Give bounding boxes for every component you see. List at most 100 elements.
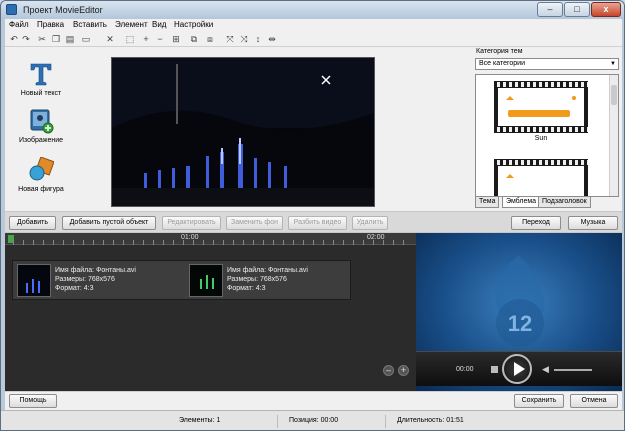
clip-format: Формат: 4:3 (227, 285, 266, 292)
zoom-in-button[interactable]: + (398, 365, 409, 376)
cancel-button[interactable]: Отмена (570, 394, 618, 408)
theme-panel: Категория тем Все категории ▼ Sun Тема Э… (473, 47, 622, 210)
theme-thumbnail (498, 166, 584, 196)
player-logo-number: 12 (508, 311, 532, 336)
status-duration: Длительность: 01:51 (397, 417, 464, 424)
menu-settings[interactable]: Настройки (174, 20, 213, 29)
theme-thumbnail (498, 88, 584, 126)
copy-icon[interactable]: ❐ (51, 34, 61, 44)
maximize-button[interactable]: □ (564, 2, 590, 17)
select-icon[interactable]: ⬚ (125, 34, 135, 44)
ruler-ticks (13, 240, 413, 245)
film-perforation-top (494, 160, 588, 165)
tab-emblem[interactable]: Эмблема (502, 197, 541, 208)
clip-size: Размеры: 768x576 (227, 276, 287, 283)
clip-size: Размеры: 768x576 (55, 276, 115, 283)
scroll-thumb[interactable] (611, 85, 617, 105)
toolbar: ↶ ↷ ✂ ❐ ▤ ▭ ✕ ⬚ + − ⊞ ⧉ ⧈ ⤧ ⤨ ↕ ⇹ (5, 32, 622, 47)
redo-icon[interactable]: ↷ (21, 34, 31, 44)
film-perforation-bottom (494, 127, 588, 132)
status-elements: Элементы: 1 (179, 417, 221, 424)
timeline-ruler[interactable]: 01:00 02:00 (5, 233, 416, 245)
zoom-out-button[interactable]: – (383, 365, 394, 376)
flip-icon[interactable]: ⤧ (225, 34, 235, 44)
new-shape-tool[interactable]: Новая фигура (11, 156, 71, 193)
ruler-mark: 01:00 (181, 234, 199, 241)
undo-icon[interactable]: ↶ (9, 34, 19, 44)
clip-thumbnail[interactable] (17, 264, 51, 297)
replace-background-button[interactable]: Заменить фон (226, 216, 283, 230)
zoom-in-icon[interactable]: + (141, 34, 151, 44)
clip-info: Имя файла: Фонтаны.avi Размеры: 768x576 … (227, 266, 308, 293)
volume-slider[interactable] (554, 369, 592, 371)
menu-edit[interactable]: Правка (37, 20, 64, 29)
music-button[interactable]: Музыка (568, 216, 618, 230)
text-icon (28, 61, 54, 87)
rotate-icon[interactable]: ⤨ (239, 34, 249, 44)
status-bar: Элементы: 1 Позиция: 00:00 Длительность:… (1, 410, 624, 430)
volume-icon[interactable]: ◀ (542, 364, 549, 375)
clip-info: Имя файла: Фонтаны.avi Размеры: 768x576 … (55, 266, 136, 293)
close-button[interactable]: x (591, 2, 621, 17)
clip-filename: Имя файла: Фонтаны.avi (227, 267, 308, 274)
distribute-icon[interactable]: ⇹ (267, 34, 277, 44)
theme-list: Sun (475, 74, 619, 197)
save-button[interactable]: Сохранить (514, 394, 564, 408)
theme-category-select[interactable]: Все категории ▼ (475, 58, 619, 70)
main-window: Проект MovieEditor – □ x Файл Правка Вст… (0, 0, 625, 431)
image-label: Изображение (18, 137, 64, 144)
minimize-button[interactable]: – (537, 2, 563, 17)
ruler-mark: 02:00 (367, 234, 385, 241)
tool-panel: Новый текст Изображение Новая фигура (11, 53, 71, 203)
player-logo: 12 (495, 255, 545, 347)
video-preview[interactable] (111, 57, 375, 207)
menu-bar: Файл Правка Вставить Элемент Вид Настрой… (5, 19, 622, 32)
theme-item[interactable] (494, 159, 588, 196)
edit-button[interactable]: Редактировать (162, 216, 221, 230)
align-icon[interactable]: ↕ (253, 34, 263, 44)
transition-button[interactable]: Переход (511, 216, 561, 230)
menu-view[interactable]: Вид (152, 20, 166, 29)
title-bar: Проект MovieEditor – □ x (1, 1, 624, 19)
new-shape-label: Новая фигура (18, 186, 64, 193)
video-track[interactable]: Имя файла: Фонтаны.avi Размеры: 768x576 … (12, 260, 351, 300)
theme-category-value: Все категории (479, 60, 525, 67)
clip-filename: Имя файла: Фонтаны.avi (55, 267, 136, 274)
play-button[interactable] (502, 354, 532, 384)
add-empty-object-button[interactable]: Добавить пустой объект (62, 216, 156, 230)
cut-icon[interactable]: ✂ (37, 34, 47, 44)
menu-file[interactable]: Файл (9, 20, 29, 29)
status-separator (385, 415, 386, 428)
menu-element[interactable]: Элемент (115, 20, 148, 29)
timeline[interactable]: 01:00 02:00 Имя файла: Фонтаны.avi Разме… (5, 233, 416, 391)
delete-icon[interactable]: ▭ (81, 34, 91, 44)
window-title: Проект MovieEditor (23, 5, 103, 15)
tab-subtitle[interactable]: Подзаголовок (538, 197, 591, 208)
image-add-icon (28, 108, 54, 134)
app-icon (6, 4, 17, 15)
new-text-tool[interactable]: Новый текст (11, 61, 71, 97)
film-perforation-top (494, 82, 588, 87)
fit-icon[interactable]: ⊞ (171, 34, 181, 44)
status-separator (277, 415, 278, 428)
add-button[interactable]: Добавить (9, 216, 56, 230)
zoom-out-icon[interactable]: − (155, 34, 165, 44)
paste-icon[interactable]: ▤ (65, 34, 75, 44)
stop-button[interactable] (491, 366, 498, 373)
editor-area: Новый текст Изображение Новая фигура Кат… (5, 47, 622, 410)
crop-icon[interactable]: ✕ (105, 34, 115, 44)
group-icon[interactable]: ⧉ (189, 34, 199, 44)
theme-scrollbar[interactable] (609, 75, 618, 196)
split-video-button[interactable]: Разбить видео (288, 216, 347, 230)
delete-button[interactable]: Удалить (352, 216, 388, 230)
clip-thumbnail[interactable] (189, 264, 223, 297)
help-button[interactable]: Помощь (9, 394, 57, 408)
tab-theme[interactable]: Тема (475, 197, 500, 208)
ungroup-icon[interactable]: ⧈ (205, 34, 215, 44)
status-position: Позиция: 00:00 (289, 417, 339, 424)
image-tool[interactable]: Изображение (11, 108, 71, 144)
menu-insert[interactable]: Вставить (73, 20, 107, 29)
chevron-down-icon: ▼ (610, 61, 616, 67)
theme-item-sun[interactable] (494, 81, 588, 133)
player: 12 00:00 ◀ (416, 233, 622, 391)
